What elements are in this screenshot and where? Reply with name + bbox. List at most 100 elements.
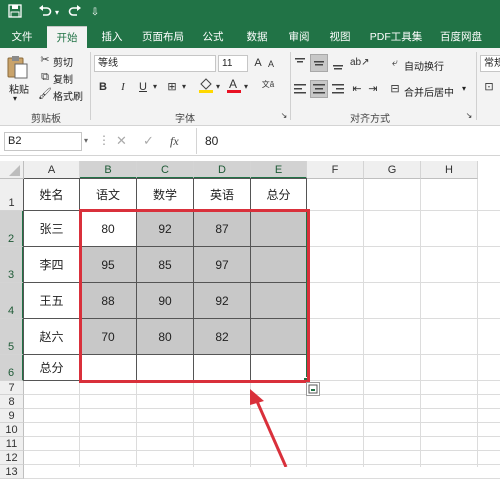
align-left-icon[interactable] [292, 81, 308, 97]
tab-insert[interactable]: 插入 [94, 26, 130, 48]
wrap-text-icon[interactable]: ⤶ [388, 55, 402, 71]
name-box[interactable]: B2 [4, 132, 82, 151]
decrease-indent-icon[interactable]: ⇤ [350, 81, 364, 97]
align-bottom-icon[interactable] [330, 55, 346, 71]
name-cell[interactable]: 赵六 [24, 319, 79, 354]
underline-dropdown-icon[interactable]: ▾ [150, 79, 160, 95]
paste-button[interactable]: 粘贴 [9, 81, 29, 96]
undo-dropdown-icon[interactable]: ▾ [52, 4, 62, 22]
underline-button[interactable]: U [136, 79, 150, 95]
header-cell[interactable]: 数学 [137, 179, 193, 210]
font-group-label: 字体 [175, 114, 195, 125]
row-header-12[interactable]: 12 [0, 451, 24, 465]
tab-pdf-tools[interactable]: PDF工具集 [366, 26, 426, 48]
insert-function-button[interactable]: fx [170, 134, 179, 149]
row-header-1[interactable]: 1 [0, 179, 24, 211]
quick-analysis-icon[interactable] [306, 382, 320, 396]
row-header-10[interactable]: 10 [0, 423, 24, 437]
column-header-h[interactable]: H [421, 161, 478, 179]
column-header-b[interactable]: B [80, 161, 137, 179]
align-top-icon[interactable] [292, 55, 308, 71]
header-cell[interactable]: 总分 [251, 179, 306, 210]
copy-icon[interactable]: ⧉ [38, 69, 52, 85]
name-cell[interactable]: 李四 [24, 247, 79, 282]
italic-button[interactable]: I [116, 79, 130, 95]
borders-icon[interactable]: ⊞ [165, 79, 179, 95]
wrap-text-button[interactable]: 自动换行 [404, 58, 444, 73]
tab-data[interactable]: 数据 [240, 26, 274, 48]
row-header-6[interactable]: 6 [0, 355, 24, 381]
orientation-icon[interactable]: ab↗ [350, 55, 370, 71]
name-cell[interactable]: 张三 [24, 211, 79, 246]
select-all-button[interactable] [0, 161, 24, 179]
tab-baidu-netdisk[interactable]: 百度网盘 [434, 26, 488, 48]
row-header-2[interactable]: 2 [0, 211, 24, 247]
column-header-f[interactable]: F [307, 161, 364, 179]
row-header-13[interactable]: 13 [0, 465, 24, 479]
row-header-4[interactable]: 4 [0, 283, 24, 319]
borders-dropdown-icon[interactable]: ▾ [179, 79, 189, 95]
header-cell[interactable]: 姓名 [24, 179, 79, 210]
format-painter-button[interactable]: 格式刷 [53, 88, 83, 103]
font-color-dropdown-icon[interactable]: ▾ [241, 79, 251, 95]
bold-button[interactable]: B [96, 79, 110, 95]
ribbon-divider [290, 52, 291, 120]
tab-page-layout[interactable]: 页面布局 [138, 26, 188, 48]
copy-button[interactable]: 复制 [53, 71, 73, 86]
cancel-icon[interactable]: ✕ [116, 133, 127, 149]
row-header-5[interactable]: 5 [0, 319, 24, 355]
column-header-d[interactable]: D [194, 161, 251, 179]
align-center-icon[interactable] [310, 80, 328, 98]
enter-icon[interactable]: ✓ [143, 133, 154, 149]
font-name-select[interactable]: 等线 [94, 55, 216, 72]
align-middle-icon[interactable] [310, 54, 328, 72]
increase-font-icon[interactable]: A [252, 55, 264, 71]
paste-icon[interactable] [6, 54, 28, 80]
column-header-e[interactable]: E [251, 161, 307, 179]
font-dialog-launcher-icon[interactable]: ↘ [279, 108, 289, 124]
format-painter-icon[interactable]: 🖌 [38, 86, 52, 102]
tab-review[interactable]: 审阅 [284, 26, 314, 48]
name-box-dropdown-icon[interactable]: ▾ [84, 136, 88, 145]
tab-file[interactable]: 文件 [4, 26, 40, 48]
decrease-font-icon[interactable]: A [265, 56, 277, 72]
font-color-icon[interactable]: A [226, 76, 242, 99]
tab-view[interactable]: 视图 [323, 26, 357, 48]
fill-color-icon[interactable] [198, 76, 214, 99]
merge-center-icon[interactable]: ⊟ [388, 81, 402, 97]
column-header-a[interactable]: A [24, 161, 80, 179]
gridline [363, 179, 364, 467]
tab-formulas[interactable]: 公式 [196, 26, 230, 48]
row-header-3[interactable]: 3 [0, 247, 24, 283]
tab-home[interactable]: 开始 [47, 26, 87, 48]
fill-color-dropdown-icon[interactable]: ▾ [213, 79, 223, 95]
currency-icon[interactable]: ⊡ [481, 79, 497, 95]
merge-center-button[interactable]: 合并后居中 [404, 84, 454, 99]
cut-button[interactable]: 剪切 [53, 54, 73, 69]
phonetic-guide-icon[interactable]: 文ǎ [258, 77, 278, 93]
font-size-select[interactable]: 11 [218, 55, 248, 72]
header-cell[interactable]: 英语 [194, 179, 250, 210]
alignment-dialog-launcher-icon[interactable]: ↘ [464, 108, 474, 124]
row-header-9[interactable]: 9 [0, 409, 24, 423]
row-header-11[interactable]: 11 [0, 437, 24, 451]
merge-dropdown-icon[interactable]: ▾ [462, 84, 466, 93]
formula-divider [196, 128, 197, 154]
paste-dropdown-icon[interactable]: ▾ [13, 94, 17, 103]
row-header-7[interactable]: 7 [0, 381, 24, 395]
header-cell[interactable]: 语文 [80, 179, 136, 210]
name-cell[interactable]: 总分 [24, 355, 79, 380]
redo-icon[interactable] [66, 4, 84, 22]
column-header-g[interactable]: G [364, 161, 421, 179]
align-right-icon[interactable] [330, 81, 346, 97]
cut-icon[interactable]: ✂ [38, 52, 52, 68]
customize-qat-icon[interactable]: ⇩ [86, 4, 104, 22]
clipboard-group-label: 剪贴板 [31, 114, 61, 125]
name-cell[interactable]: 王五 [24, 283, 79, 318]
column-header-c[interactable]: C [137, 161, 194, 179]
save-icon[interactable] [6, 4, 24, 22]
increase-indent-icon[interactable]: ⇥ [366, 81, 380, 97]
formula-input[interactable]: 80 [205, 134, 218, 148]
number-format-select[interactable]: 常规 [480, 55, 500, 72]
row-header-8[interactable]: 8 [0, 395, 24, 409]
